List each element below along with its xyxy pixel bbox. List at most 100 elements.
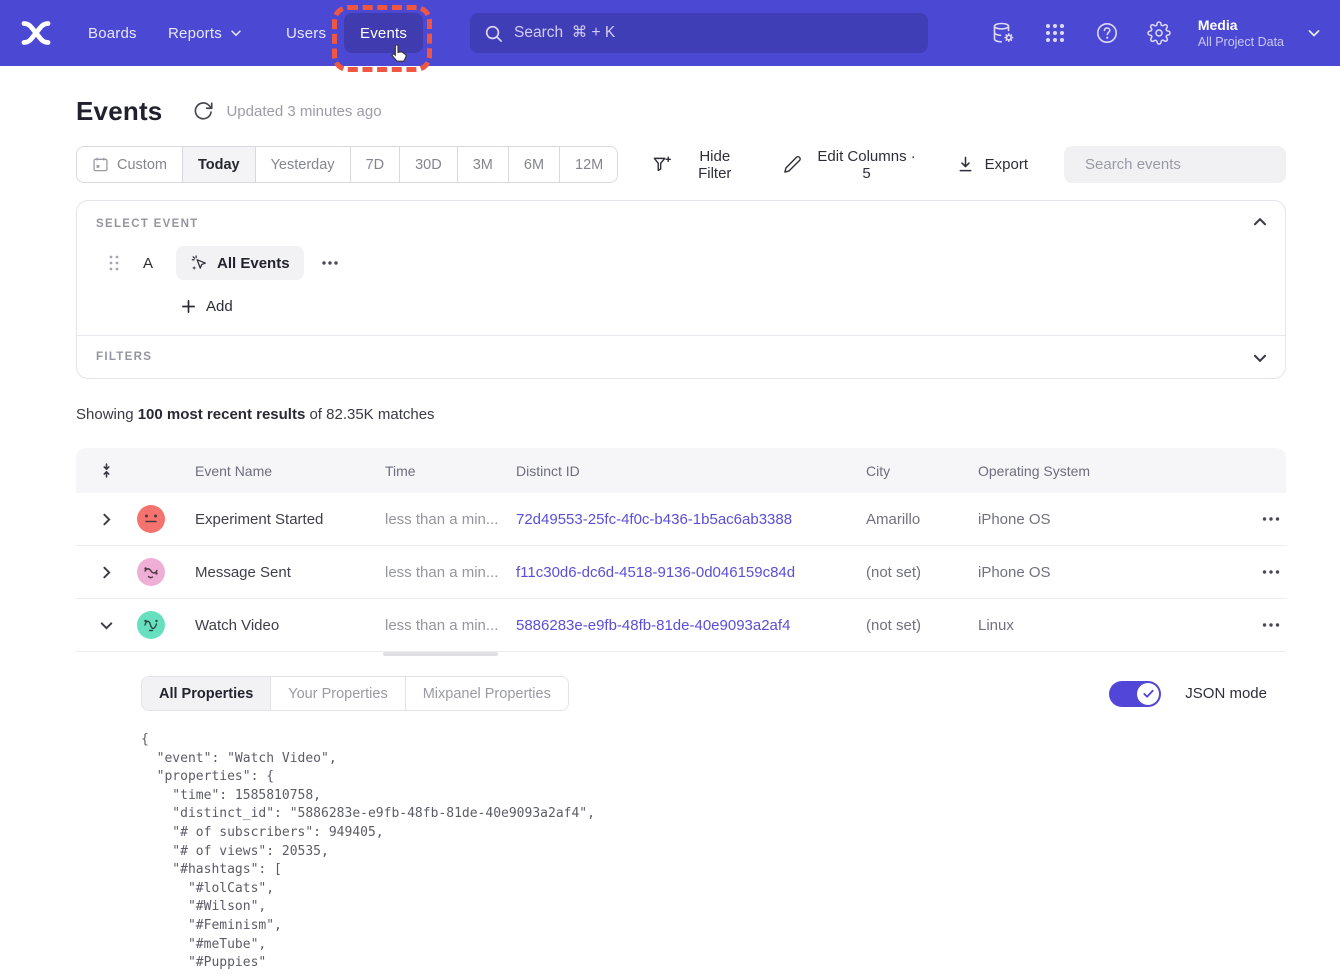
query-builder-card: SELECT EVENT A All Events [76, 200, 1286, 379]
date-option-7d[interactable]: 7D [351, 147, 401, 182]
horizontal-scrollbar[interactable] [383, 652, 498, 656]
column-time[interactable]: Time [385, 463, 516, 479]
cell-os: iPhone OS [978, 511, 1185, 528]
tab-all-properties[interactable]: All Properties [142, 677, 271, 710]
filter-funnel-icon [652, 155, 671, 174]
event-avatar [137, 611, 165, 639]
cursor-click-icon [190, 254, 208, 272]
row-menu-button[interactable] [1259, 507, 1283, 531]
download-icon [956, 155, 975, 174]
export-button[interactable]: Export [956, 155, 1028, 174]
hide-filter-button[interactable]: Hide Filter [652, 148, 749, 182]
drag-handle-icon[interactable] [108, 254, 120, 272]
nav-item-reports[interactable]: Reports [168, 0, 243, 66]
date-option-custom[interactable]: Custom [77, 147, 183, 182]
row-menu-button[interactable] [1259, 560, 1283, 584]
filters-label: FILTERS [96, 351, 152, 363]
date-option-3m[interactable]: 3M [458, 147, 509, 182]
table-row-expanded[interactable]: Watch Video less than a min... 5886283e-… [76, 599, 1286, 652]
events-table: Event Name Time Distinct ID City Operati… [76, 448, 1286, 974]
apps-grid-icon[interactable] [1043, 21, 1067, 45]
top-nav: Boards Reports Users Events [0, 0, 1340, 66]
edit-columns-button[interactable]: Edit Columns · 5 [783, 148, 922, 182]
event-json-viewer[interactable]: { "event": "Watch Video", "properties": … [141, 731, 1267, 974]
plus-icon [181, 299, 196, 314]
nav-item-events[interactable]: Events [344, 13, 423, 53]
add-event-button[interactable]: Add [181, 298, 233, 315]
refresh-button[interactable] [192, 100, 214, 122]
expand-filters-button[interactable] [1251, 349, 1269, 367]
date-option-yesterday[interactable]: Yesterday [256, 147, 351, 182]
detail-toolbar: All Properties Your Properties Mixpanel … [141, 676, 1267, 711]
collapse-all-icon[interactable] [99, 463, 114, 478]
table-row[interactable]: Experiment Started less than a min... 72… [76, 493, 1286, 546]
chevron-up-icon [1251, 213, 1269, 231]
event-row-more-button[interactable] [319, 252, 341, 274]
settings-gear-icon[interactable] [1147, 21, 1171, 45]
global-search[interactable] [470, 13, 928, 53]
date-option-12m[interactable]: 12M [560, 147, 618, 182]
ellipsis-icon [1259, 560, 1283, 584]
search-events-input[interactable] [1085, 156, 1284, 173]
collapse-row-button[interactable] [99, 618, 114, 633]
cell-event-name: Message Sent [195, 564, 385, 581]
row-menu-button[interactable] [1259, 613, 1283, 637]
data-management-icon[interactable] [991, 21, 1015, 45]
add-event-label: Add [206, 298, 233, 315]
column-event-name[interactable]: Event Name [195, 463, 385, 479]
expand-row-button[interactable] [99, 512, 114, 527]
chevron-right-icon [99, 512, 114, 527]
nav-item-reports-label: Reports [168, 25, 222, 42]
chevron-down-icon[interactable] [1306, 25, 1322, 41]
controls-row: Custom Today Yesterday 7D 30D 3M 6M 12M … [76, 146, 1286, 183]
results-prefix: Showing [76, 406, 138, 423]
nav-item-boards[interactable]: Boards [88, 0, 137, 66]
search-events[interactable] [1064, 146, 1286, 183]
project-subtitle: All Project Data [1198, 35, 1284, 49]
date-option-6m[interactable]: 6M [509, 147, 560, 182]
collapse-section-button[interactable] [1251, 213, 1269, 231]
chevron-right-icon [99, 565, 114, 580]
filters-section[interactable]: FILTERS [77, 335, 1285, 378]
cell-distinct-id-link[interactable]: 72d49553-25fc-4f0c-b436-1b5ac6ab3388 [516, 511, 866, 528]
nav-item-users[interactable]: Users [286, 0, 326, 66]
column-distinct-id[interactable]: Distinct ID [516, 463, 866, 479]
project-switcher[interactable]: Media All Project Data [1198, 17, 1284, 49]
title-row: Events Updated 3 minutes ago [76, 92, 1286, 130]
column-city[interactable]: City [866, 463, 978, 479]
json-mode-label: JSON mode [1185, 685, 1267, 702]
chevron-down-icon [229, 26, 243, 40]
cell-city: Amarillo [866, 511, 978, 528]
date-option-label: Custom [117, 157, 167, 173]
cell-city: (not set) [866, 617, 978, 634]
date-range-picker: Custom Today Yesterday 7D 30D 3M 6M 12M [76, 146, 618, 183]
cell-time: less than a min... [385, 617, 516, 634]
cell-event-name: Experiment Started [195, 511, 385, 528]
expand-row-button[interactable] [99, 565, 114, 580]
json-mode-toggle[interactable] [1109, 681, 1161, 707]
cell-event-name: Watch Video [195, 617, 385, 634]
select-event-section: SELECT EVENT A All Events [77, 201, 1285, 335]
table-row[interactable]: Message Sent less than a min... f11c30d6… [76, 546, 1286, 599]
event-avatar [137, 505, 165, 533]
all-events-selector[interactable]: All Events [176, 246, 304, 280]
chevron-down-icon [99, 618, 114, 633]
cell-os: Linux [978, 617, 1185, 634]
column-operating-system[interactable]: Operating System [978, 463, 1185, 479]
pencil-icon [783, 155, 802, 174]
date-option-today[interactable]: Today [183, 147, 256, 182]
help-icon[interactable] [1095, 21, 1119, 45]
tab-your-properties[interactable]: Your Properties [271, 677, 405, 710]
select-event-label: SELECT EVENT [96, 218, 1266, 230]
check-icon [1142, 687, 1155, 700]
global-search-input[interactable] [514, 24, 914, 42]
event-row-letter: A [143, 255, 153, 272]
mixpanel-logo-icon[interactable] [20, 18, 52, 48]
cell-distinct-id-link[interactable]: 5886283e-e9fb-48fb-81de-40e9093a2af4 [516, 617, 866, 634]
page-title: Events [76, 96, 162, 127]
date-option-30d[interactable]: 30D [400, 147, 458, 182]
cell-distinct-id-link[interactable]: f11c30d6-dc6d-4518-9136-0d046159c84d [516, 564, 866, 581]
ellipsis-icon [1259, 507, 1283, 531]
event-avatar [137, 558, 165, 586]
tab-mixpanel-properties[interactable]: Mixpanel Properties [406, 677, 568, 710]
